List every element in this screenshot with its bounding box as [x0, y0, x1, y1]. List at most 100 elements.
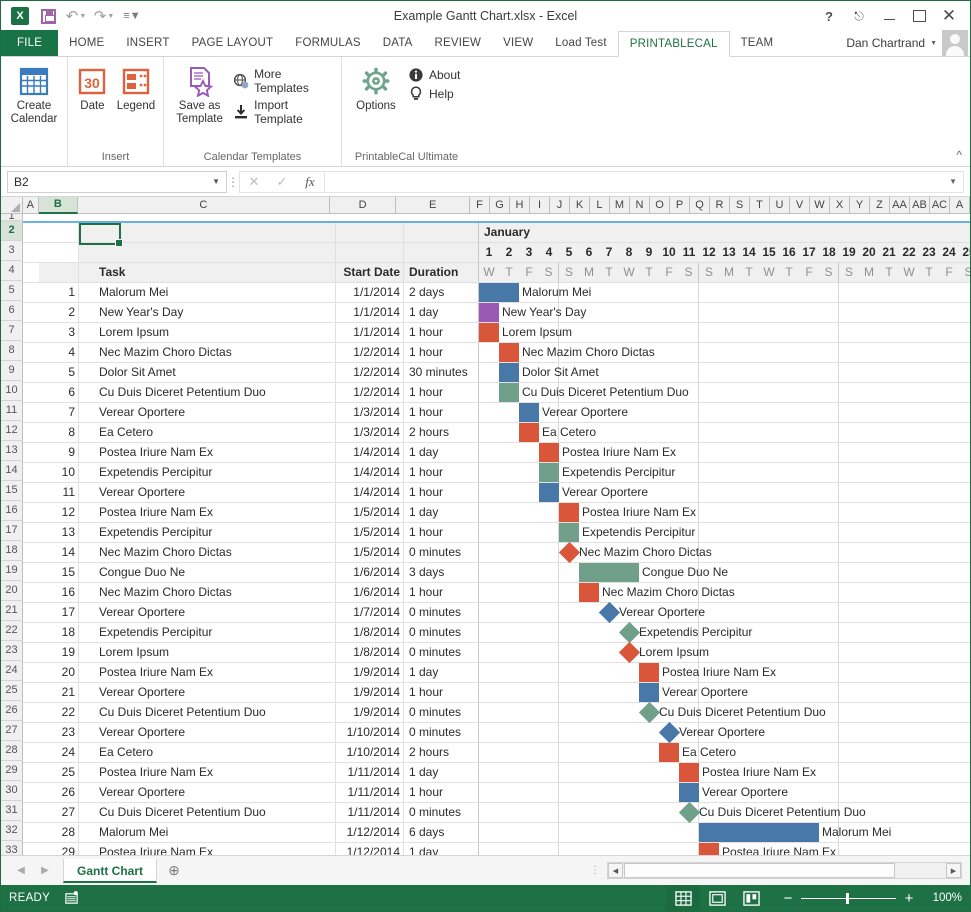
column-header-V[interactable]: V — [789, 197, 810, 214]
gantt-cell[interactable] — [799, 383, 819, 402]
sheet-tab-gantt-chart[interactable]: Gantt Chart — [63, 858, 157, 883]
gantt-cell[interactable] — [779, 563, 799, 582]
gantt-cell[interactable] — [819, 283, 839, 302]
gantt-cell[interactable] — [719, 503, 739, 522]
gantt-cell[interactable] — [899, 643, 919, 662]
gantt-cell[interactable] — [659, 803, 679, 822]
gantt-cell[interactable] — [939, 503, 959, 522]
gantt-cell[interactable] — [719, 483, 739, 502]
gantt-row[interactable]: Lorem Ipsum — [479, 323, 970, 343]
gantt-cell[interactable] — [679, 343, 699, 362]
gantt-cell[interactable] — [719, 643, 739, 662]
gantt-row[interactable]: Congue Duo Ne — [479, 563, 970, 583]
gantt-cell[interactable] — [959, 423, 970, 442]
column-header-N[interactable]: N — [629, 197, 650, 214]
gantt-cell[interactable] — [599, 703, 619, 722]
cell-duration[interactable]: 30 minutes — [404, 363, 479, 383]
gantt-cell[interactable] — [899, 723, 919, 742]
day-letter-11[interactable]: S — [679, 263, 699, 283]
gantt-cell[interactable] — [559, 823, 579, 842]
gantt-cell[interactable] — [799, 543, 819, 562]
gantt-cell[interactable] — [819, 463, 839, 482]
gantt-cell[interactable] — [599, 783, 619, 802]
gantt-cell[interactable] — [899, 803, 919, 822]
gantt-cell[interactable] — [919, 763, 939, 782]
day-letter-10[interactable]: F — [659, 263, 679, 283]
gantt-cell[interactable] — [579, 843, 599, 855]
gantt-row[interactable]: Verear Oportere — [479, 683, 970, 703]
cell-duration[interactable]: 1 hour — [404, 683, 479, 703]
cell-A23[interactable] — [23, 643, 39, 663]
cell-start-date[interactable]: 1/8/2014 — [336, 643, 404, 663]
gantt-cell[interactable] — [779, 503, 799, 522]
gantt-cell[interactable] — [799, 783, 819, 802]
cell-A22[interactable] — [23, 623, 39, 643]
cell-task-name[interactable]: Expetendis Percipitur — [79, 623, 336, 643]
gantt-cell[interactable] — [919, 563, 939, 582]
gantt-cell[interactable] — [879, 603, 899, 622]
gantt-cell[interactable] — [859, 503, 879, 522]
gantt-row[interactable]: Nec Mazim Choro Dictas — [479, 541, 970, 564]
gantt-cell[interactable] — [579, 623, 599, 642]
gantt-cell[interactable] — [779, 323, 799, 342]
gantt-cell[interactable] — [879, 763, 899, 782]
day-number-19[interactable]: 19 — [839, 243, 859, 263]
gantt-row[interactable]: Nec Mazim Choro Dictas — [479, 343, 970, 363]
maximize-button[interactable] — [904, 2, 934, 30]
gantt-cell[interactable] — [819, 503, 839, 522]
gantt-cell[interactable] — [859, 663, 879, 682]
cell-task-number[interactable]: 6 — [39, 383, 79, 403]
gantt-cell[interactable] — [839, 483, 859, 502]
gantt-cell[interactable] — [739, 403, 759, 422]
gantt-cell[interactable] — [539, 703, 559, 722]
gantt-cell[interactable] — [919, 323, 939, 342]
gantt-cell[interactable] — [539, 623, 559, 642]
cell-A24[interactable] — [23, 663, 39, 683]
gantt-cell[interactable] — [479, 343, 499, 362]
cell-task-number[interactable]: 5 — [39, 363, 79, 383]
cell-A28[interactable] — [23, 743, 39, 763]
gantt-cell[interactable] — [479, 723, 499, 742]
gantt-cell[interactable] — [819, 563, 839, 582]
table-row[interactable]: 1 Malorum Mei 1/1/2014 2 days Malorum Mei — [23, 283, 970, 303]
gantt-cell[interactable] — [699, 483, 719, 502]
gantt-cell[interactable] — [779, 663, 799, 682]
gantt-cell[interactable] — [799, 603, 819, 622]
gantt-cell[interactable] — [559, 683, 579, 702]
gantt-cell[interactable] — [599, 423, 619, 442]
row-header-19[interactable]: 19 — [1, 561, 23, 581]
day-number-9[interactable]: 9 — [639, 243, 659, 263]
gantt-bar[interactable] — [499, 383, 519, 402]
gantt-cell[interactable] — [919, 803, 939, 822]
page-break-view-button[interactable] — [734, 885, 768, 911]
gantt-cell[interactable] — [859, 523, 879, 542]
gantt-cell[interactable] — [479, 783, 499, 802]
gantt-cell[interactable] — [499, 583, 519, 602]
horizontal-scrollbar[interactable]: ◀ ▶ — [607, 862, 962, 879]
gantt-cell[interactable] — [839, 503, 859, 522]
gantt-cell[interactable] — [759, 463, 779, 482]
gantt-cell[interactable] — [679, 423, 699, 442]
day-number-16[interactable]: 16 — [779, 243, 799, 263]
gantt-cell[interactable] — [759, 443, 779, 462]
cell-start-date[interactable]: 1/1/2014 — [336, 323, 404, 343]
cell-start-date[interactable]: 1/9/2014 — [336, 703, 404, 723]
column-header-Z[interactable]: Z — [869, 197, 890, 214]
cell-start-date[interactable]: 1/3/2014 — [336, 403, 404, 423]
row-header-32[interactable]: 32 — [1, 821, 23, 841]
gantt-cell[interactable] — [759, 363, 779, 382]
cell-A20[interactable] — [23, 583, 39, 603]
day-letter-7[interactable]: T — [599, 263, 619, 283]
cell-task-name[interactable]: Verear Oportere — [79, 603, 336, 623]
gantt-cell[interactable] — [599, 803, 619, 822]
cell-task-name[interactable]: Postea Iriure Nam Ex — [79, 763, 336, 783]
table-row[interactable]: 2 New Year's Day 1/1/2014 1 day New Year's D… — [23, 303, 970, 323]
gantt-cell[interactable] — [719, 303, 739, 322]
cell-D2[interactable] — [336, 223, 404, 243]
gantt-cell[interactable] — [839, 303, 859, 322]
cell-month-label[interactable]: January — [479, 223, 970, 243]
gantt-cell[interactable] — [539, 543, 559, 562]
gantt-cell[interactable] — [519, 583, 539, 602]
gantt-cell[interactable] — [859, 383, 879, 402]
gantt-cell[interactable] — [479, 763, 499, 782]
